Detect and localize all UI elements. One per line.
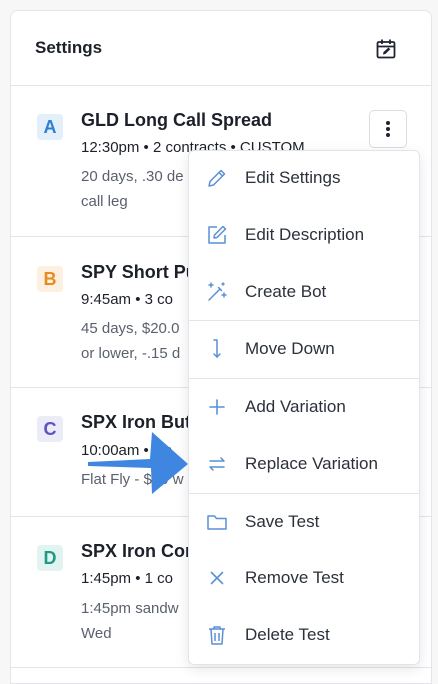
- menu-item-label: Save Test: [245, 512, 320, 531]
- more-options-button[interactable]: [369, 110, 407, 148]
- menu-item-replace-variation[interactable]: Replace Variation: [189, 442, 419, 486]
- row-badge: C: [37, 416, 63, 442]
- pencil-icon: [208, 169, 226, 187]
- menu-item-label: Edit Description: [245, 225, 365, 244]
- menu-item-save-test[interactable]: Save Test: [189, 500, 419, 544]
- menu-divider: [189, 493, 419, 494]
- row-badge: A: [37, 114, 63, 140]
- menu-item-edit-settings[interactable]: Edit Settings: [189, 156, 419, 200]
- panel-header: Settings: [11, 11, 431, 86]
- row-desc: 20 days, .30 de: [81, 168, 184, 185]
- menu-item-edit-description[interactable]: Edit Description: [189, 213, 419, 257]
- menu-item-label: Add Variation: [245, 397, 346, 416]
- row-desc: Wed: [81, 625, 112, 642]
- menu-item-label: Delete Test: [245, 625, 330, 644]
- menu-item-add-variation[interactable]: Add Variation: [189, 385, 419, 429]
- menu-item-delete-test[interactable]: Delete Test: [189, 613, 419, 657]
- row-desc: call leg: [81, 193, 128, 210]
- x-icon: [210, 571, 224, 585]
- menu-item-label: Edit Settings: [245, 168, 341, 187]
- row-title: SPY Short Pu: [81, 262, 197, 282]
- arrow-down-icon: [213, 339, 221, 358]
- row-desc: or lower, -.15 d: [81, 345, 181, 362]
- swap-arrows-icon: [209, 457, 225, 471]
- row-desc: 1:45pm sandw: [81, 600, 179, 617]
- menu-divider: [189, 320, 419, 321]
- menu-item-move-down[interactable]: Move Down: [189, 327, 419, 371]
- menu-item-label: Replace Variation: [245, 454, 378, 473]
- kebab-dot: [386, 127, 390, 131]
- menu-divider: [189, 378, 419, 379]
- row-badge: D: [37, 545, 63, 571]
- context-menu: Edit Settings Edit Description Create Bo…: [188, 150, 420, 665]
- row-meta: 9:45am • 3 co: [81, 291, 173, 308]
- menu-item-label: Remove Test: [245, 568, 344, 587]
- magic-wand-icon: [208, 282, 227, 301]
- row-title: SPX Iron But: [81, 412, 192, 432]
- row-meta: 1:45pm • 1 co: [81, 570, 173, 587]
- trash-icon: [209, 626, 225, 645]
- kebab-dot: [386, 121, 390, 125]
- plus-icon: [209, 399, 225, 415]
- menu-item-create-bot[interactable]: Create Bot: [189, 270, 419, 314]
- menu-item-remove-test[interactable]: Remove Test: [189, 556, 419, 600]
- menu-item-label: Move Down: [245, 339, 335, 358]
- kebab-dot: [386, 133, 390, 137]
- row-badge: B: [37, 266, 63, 292]
- menu-item-label: Create Bot: [245, 282, 327, 301]
- row-desc: 45 days, $20.0: [81, 320, 180, 337]
- row-title: SPX Iron Cor: [81, 541, 193, 561]
- row-title: GLD Long Call Spread: [81, 110, 273, 130]
- pointer-arrow-icon: [88, 432, 188, 494]
- page-title: Settings: [35, 38, 103, 57]
- folder-icon: [207, 515, 227, 530]
- calendar-edit-icon[interactable]: [375, 38, 397, 60]
- edit-square-icon: [208, 225, 227, 244]
